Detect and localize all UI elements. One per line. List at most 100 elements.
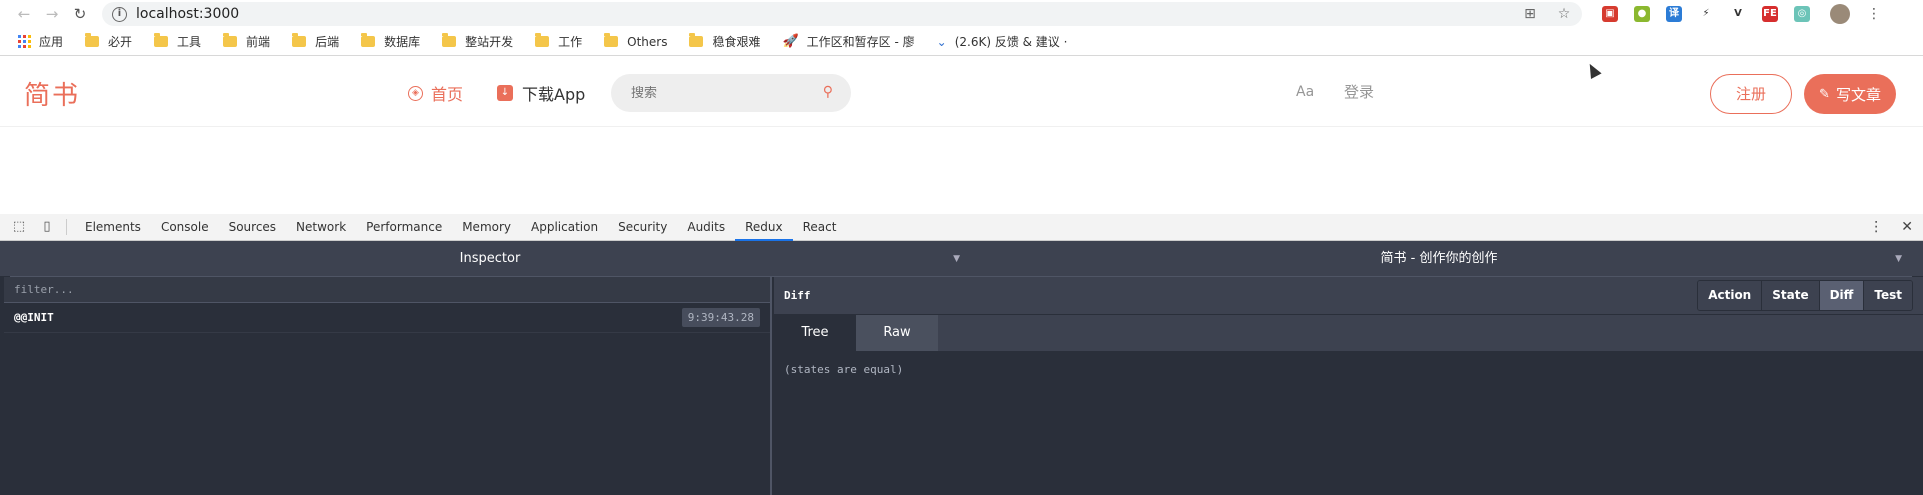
tab-elements[interactable]: Elements <box>75 214 151 241</box>
ext-fe-icon[interactable]: FE <box>1762 6 1778 22</box>
bookmark-item[interactable]: 应用 <box>18 33 63 50</box>
ext-chrome-like-icon[interactable]: ● <box>1634 6 1650 22</box>
translate-icon[interactable]: ⊞ <box>1522 6 1538 22</box>
bookmark-label: 整站开发 <box>465 35 514 49</box>
search-icon[interactable]: ⚲ <box>823 84 833 100</box>
bookmarks-bar: 应用 必开 工具 前端 后端 数据库 整站开发 工作 Others 稳食艰难 🚀 工作区和暂存区 - … <box>0 28 1923 56</box>
bookmark-label: 工作 <box>558 35 583 49</box>
tab-memory[interactable]: Memory <box>452 214 521 241</box>
ext-teal-icon[interactable]: ◎ <box>1794 6 1810 22</box>
bookmark-label: 工作区和暂存区 - 廖 <box>806 35 915 49</box>
site-info-icon[interactable]: i <box>112 6 127 22</box>
subtab-raw[interactable]: Raw <box>856 315 938 351</box>
inspector-title: Diff <box>784 289 811 302</box>
bookmark-star-icon[interactable]: ☆ <box>1556 6 1572 22</box>
nav-download-link[interactable]: ↓ 下载App <box>497 81 585 105</box>
action-list-pane: filter... @@INIT 9:39:43.28 <box>4 277 772 495</box>
ext-bolt-icon[interactable]: ⚡ <box>1698 6 1714 22</box>
inspector-pane: Diff Action State Diff Test Tree Raw (states… <box>774 277 1923 495</box>
screen: ← → ↻ i localhost:3000 ⊞ ☆ ▣ ● 译 ⚡ V FE ◎ ⋮ 应用… <box>0 0 1923 495</box>
device-toolbar-icon[interactable]: ▯ <box>38 218 56 236</box>
bookmark-item[interactable]: 数据库 <box>361 33 420 50</box>
devtools-menu-icon[interactable]: ⋮ <box>1869 219 1883 235</box>
register-button[interactable]: 注册 <box>1710 74 1792 114</box>
folder-icon <box>85 33 100 47</box>
bookmark-item[interactable]: ⌄ (2.6K) 反馈 & 建议 · <box>937 33 1068 50</box>
address-bar[interactable]: i localhost:3000 ⊞ ☆ <box>102 2 1582 26</box>
forward-arrow-icon[interactable]: → <box>38 0 66 28</box>
nav-home-label: 首页 <box>431 85 464 104</box>
bookmark-item[interactable]: 🚀 工作区和暂存区 - 廖 <box>782 33 914 50</box>
write-article-button[interactable]: ✎ 写文章 <box>1804 74 1896 114</box>
write-article-label: 写文章 <box>1835 85 1881 104</box>
bookmark-label: 应用 <box>39 35 64 49</box>
inspect-element-icon[interactable]: ⬚ <box>10 218 28 236</box>
tab-performance[interactable]: Performance <box>356 214 452 241</box>
action-list: @@INIT 9:39:43.28 <box>4 303 770 333</box>
ext-vue-icon[interactable]: V <box>1730 6 1746 22</box>
bookmark-item[interactable]: 后端 <box>292 33 339 50</box>
ext-red-icon[interactable]: ▣ <box>1602 6 1618 22</box>
tab-security[interactable]: Security <box>608 214 677 241</box>
folder-icon <box>154 33 169 47</box>
bookmark-item[interactable]: 工具 <box>154 33 201 50</box>
action-timestamp: 9:39:43.28 <box>681 308 760 327</box>
site-header: 简书 ◈ 首页 ↓ 下载App ⚲ Aa 登录 注册 ✎ 写文章 <box>0 57 1923 127</box>
ext-translate-icon[interactable]: 译 <box>1666 6 1682 22</box>
folder-icon <box>604 33 619 47</box>
mode-test-button[interactable]: Test <box>1863 281 1912 310</box>
action-list-item[interactable]: @@INIT 9:39:43.28 <box>4 303 770 333</box>
bookmark-item[interactable]: 必开 <box>85 33 132 50</box>
tab-redux[interactable]: Redux <box>735 214 793 241</box>
url-text[interactable]: localhost:3000 <box>136 6 239 22</box>
mode-diff-button[interactable]: Diff <box>1818 281 1864 310</box>
site-logo[interactable]: 简书 <box>24 75 80 112</box>
download-icon: ↓ <box>497 85 513 101</box>
divider <box>66 219 67 235</box>
reload-icon[interactable]: ↻ <box>66 0 94 28</box>
nav-home-link[interactable]: ◈ 首页 <box>408 81 463 105</box>
tab-react[interactable]: React <box>793 214 847 241</box>
chevron-down-icon: ▼ <box>1895 254 1902 264</box>
browser-menu-icon[interactable]: ⋮ <box>1864 6 1884 22</box>
devtools-controls: ⋮ ✕ <box>1851 219 1913 235</box>
instance-select[interactable]: 简书 - 创作你的创作 ▼ <box>966 241 1912 277</box>
search-box[interactable]: ⚲ <box>611 74 851 112</box>
tab-network[interactable]: Network <box>286 214 356 241</box>
inspector-mode-tabs: Action State Diff Test <box>1697 280 1913 311</box>
monitor-select[interactable]: Inspector ▼ <box>10 241 970 277</box>
filter-input[interactable]: filter... <box>4 277 770 303</box>
bookmark-item[interactable]: Others <box>604 33 668 49</box>
browser-toolbar: ← → ↻ i localhost:3000 ⊞ ☆ ▣ ● 译 ⚡ V FE ◎ ⋮ <box>0 0 1923 28</box>
devtools-panel: ⬚ ▯ Elements Console Sources Network Perform… <box>0 214 1923 495</box>
tab-console[interactable]: Console <box>151 214 219 241</box>
bookmark-label: (2.6K) 反馈 & 建议 · <box>954 35 1068 49</box>
mode-action-button[interactable]: Action <box>1698 281 1762 310</box>
mouse-cursor <box>1584 61 1602 79</box>
tab-sources[interactable]: Sources <box>219 214 286 241</box>
back-arrow-icon[interactable]: ← <box>10 0 38 28</box>
extensions-bar: ▣ ● 译 ⚡ V FE ◎ <box>1602 6 1826 22</box>
search-input[interactable] <box>631 85 801 101</box>
tab-application[interactable]: Application <box>521 214 608 241</box>
login-link[interactable]: 登录 <box>1344 81 1374 102</box>
page-content: 简书 ◈ 首页 ↓ 下载App ⚲ Aa 登录 注册 ✎ 写文章 <box>0 57 1923 214</box>
action-name: @@INIT <box>14 311 54 324</box>
bookmark-item[interactable]: 稳食艰难 <box>689 33 760 50</box>
bookmark-label: Others <box>627 34 668 49</box>
folder-icon <box>442 33 457 47</box>
bookmark-item[interactable]: 整站开发 <box>442 33 513 50</box>
bookmark-label: 工具 <box>177 35 202 49</box>
bookmark-item[interactable]: 前端 <box>223 33 270 50</box>
close-icon[interactable]: ✕ <box>1901 219 1913 235</box>
subtab-tree[interactable]: Tree <box>774 315 856 351</box>
chevron-down-icon: ▼ <box>953 254 960 264</box>
folder-icon <box>689 33 704 47</box>
profile-avatar[interactable] <box>1830 4 1850 24</box>
bookmark-label: 数据库 <box>384 35 421 49</box>
font-toggle[interactable]: Aa <box>1296 84 1314 100</box>
tab-audits[interactable]: Audits <box>677 214 735 241</box>
pen-icon: ✎ <box>1819 86 1830 102</box>
mode-state-button[interactable]: State <box>1761 281 1819 310</box>
bookmark-item[interactable]: 工作 <box>535 33 582 50</box>
